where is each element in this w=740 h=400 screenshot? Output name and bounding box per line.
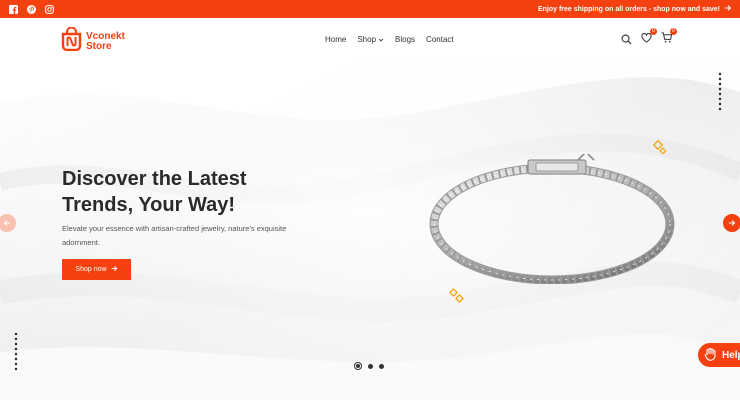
slider-next-button[interactable] [723,214,740,232]
shopping-bag-logo-icon [61,26,82,56]
social-links [7,3,55,15]
logo-text-line2: Store [86,40,112,52]
arrow-right-icon [724,4,732,14]
cart-count-badge: 0 [670,28,677,35]
search-icon[interactable] [620,33,632,45]
help-label: Help [722,349,740,361]
announcement-bar: Enjoy free shipping on all orders - shop… [0,0,740,18]
site-header: Vconekt Store Home Shop Blogs Contact 0 [0,18,740,62]
promo-text[interactable]: Enjoy free shipping on all orders - shop… [538,6,720,13]
bracelet-product-image [429,154,675,284]
hero-slider: Discover the Latest Trends, Your Way! El… [0,62,740,400]
nav-item-blogs[interactable]: Blogs [395,35,415,44]
arrow-right-icon [111,265,118,274]
cart-button[interactable]: 0 [660,28,677,45]
pinterest-icon[interactable] [25,3,37,15]
nav-item-contact[interactable]: Contact [426,35,454,44]
hero-title: Discover the Latest Trends, Your Way! [62,168,247,216]
decorative-diamond-icon [449,288,464,303]
decorative-dots-bottom-left [14,332,18,371]
slider-dot-1[interactable] [354,362,362,370]
decorative-dots-top-right [718,72,722,111]
wishlist-button[interactable]: 0 [640,28,657,45]
logo-text-line1: Vconekt [86,30,125,42]
shop-now-button[interactable]: Shop now [62,259,131,280]
nav-item-label: Shop [357,35,377,44]
promo-link[interactable]: Enjoy free shipping on all orders - shop… [538,4,732,14]
nav-item-home[interactable]: Home [325,35,346,44]
wishlist-count-badge: 0 [650,28,657,35]
help-widget-button[interactable]: Help [698,343,740,367]
slider-dot-3[interactable] [379,363,384,369]
slider-pagination [354,362,384,370]
nav-item-shop[interactable]: Shop [357,35,384,44]
main-nav: Home Shop Blogs Contact [325,35,454,44]
waving-hand-icon [704,347,718,364]
header-actions: 0 0 [620,28,677,45]
hero-subtitle: Elevate your essence with artisan-crafte… [62,224,287,247]
arrow-left-icon [3,214,11,232]
store-logo[interactable]: Vconekt Store [61,26,125,56]
chevron-down-icon [378,37,384,43]
instagram-icon[interactable] [43,3,55,15]
shop-now-label: Shop now [75,266,107,273]
arrow-right-icon [728,214,736,232]
slider-dot-2[interactable] [368,363,373,369]
facebook-icon[interactable] [7,3,19,15]
